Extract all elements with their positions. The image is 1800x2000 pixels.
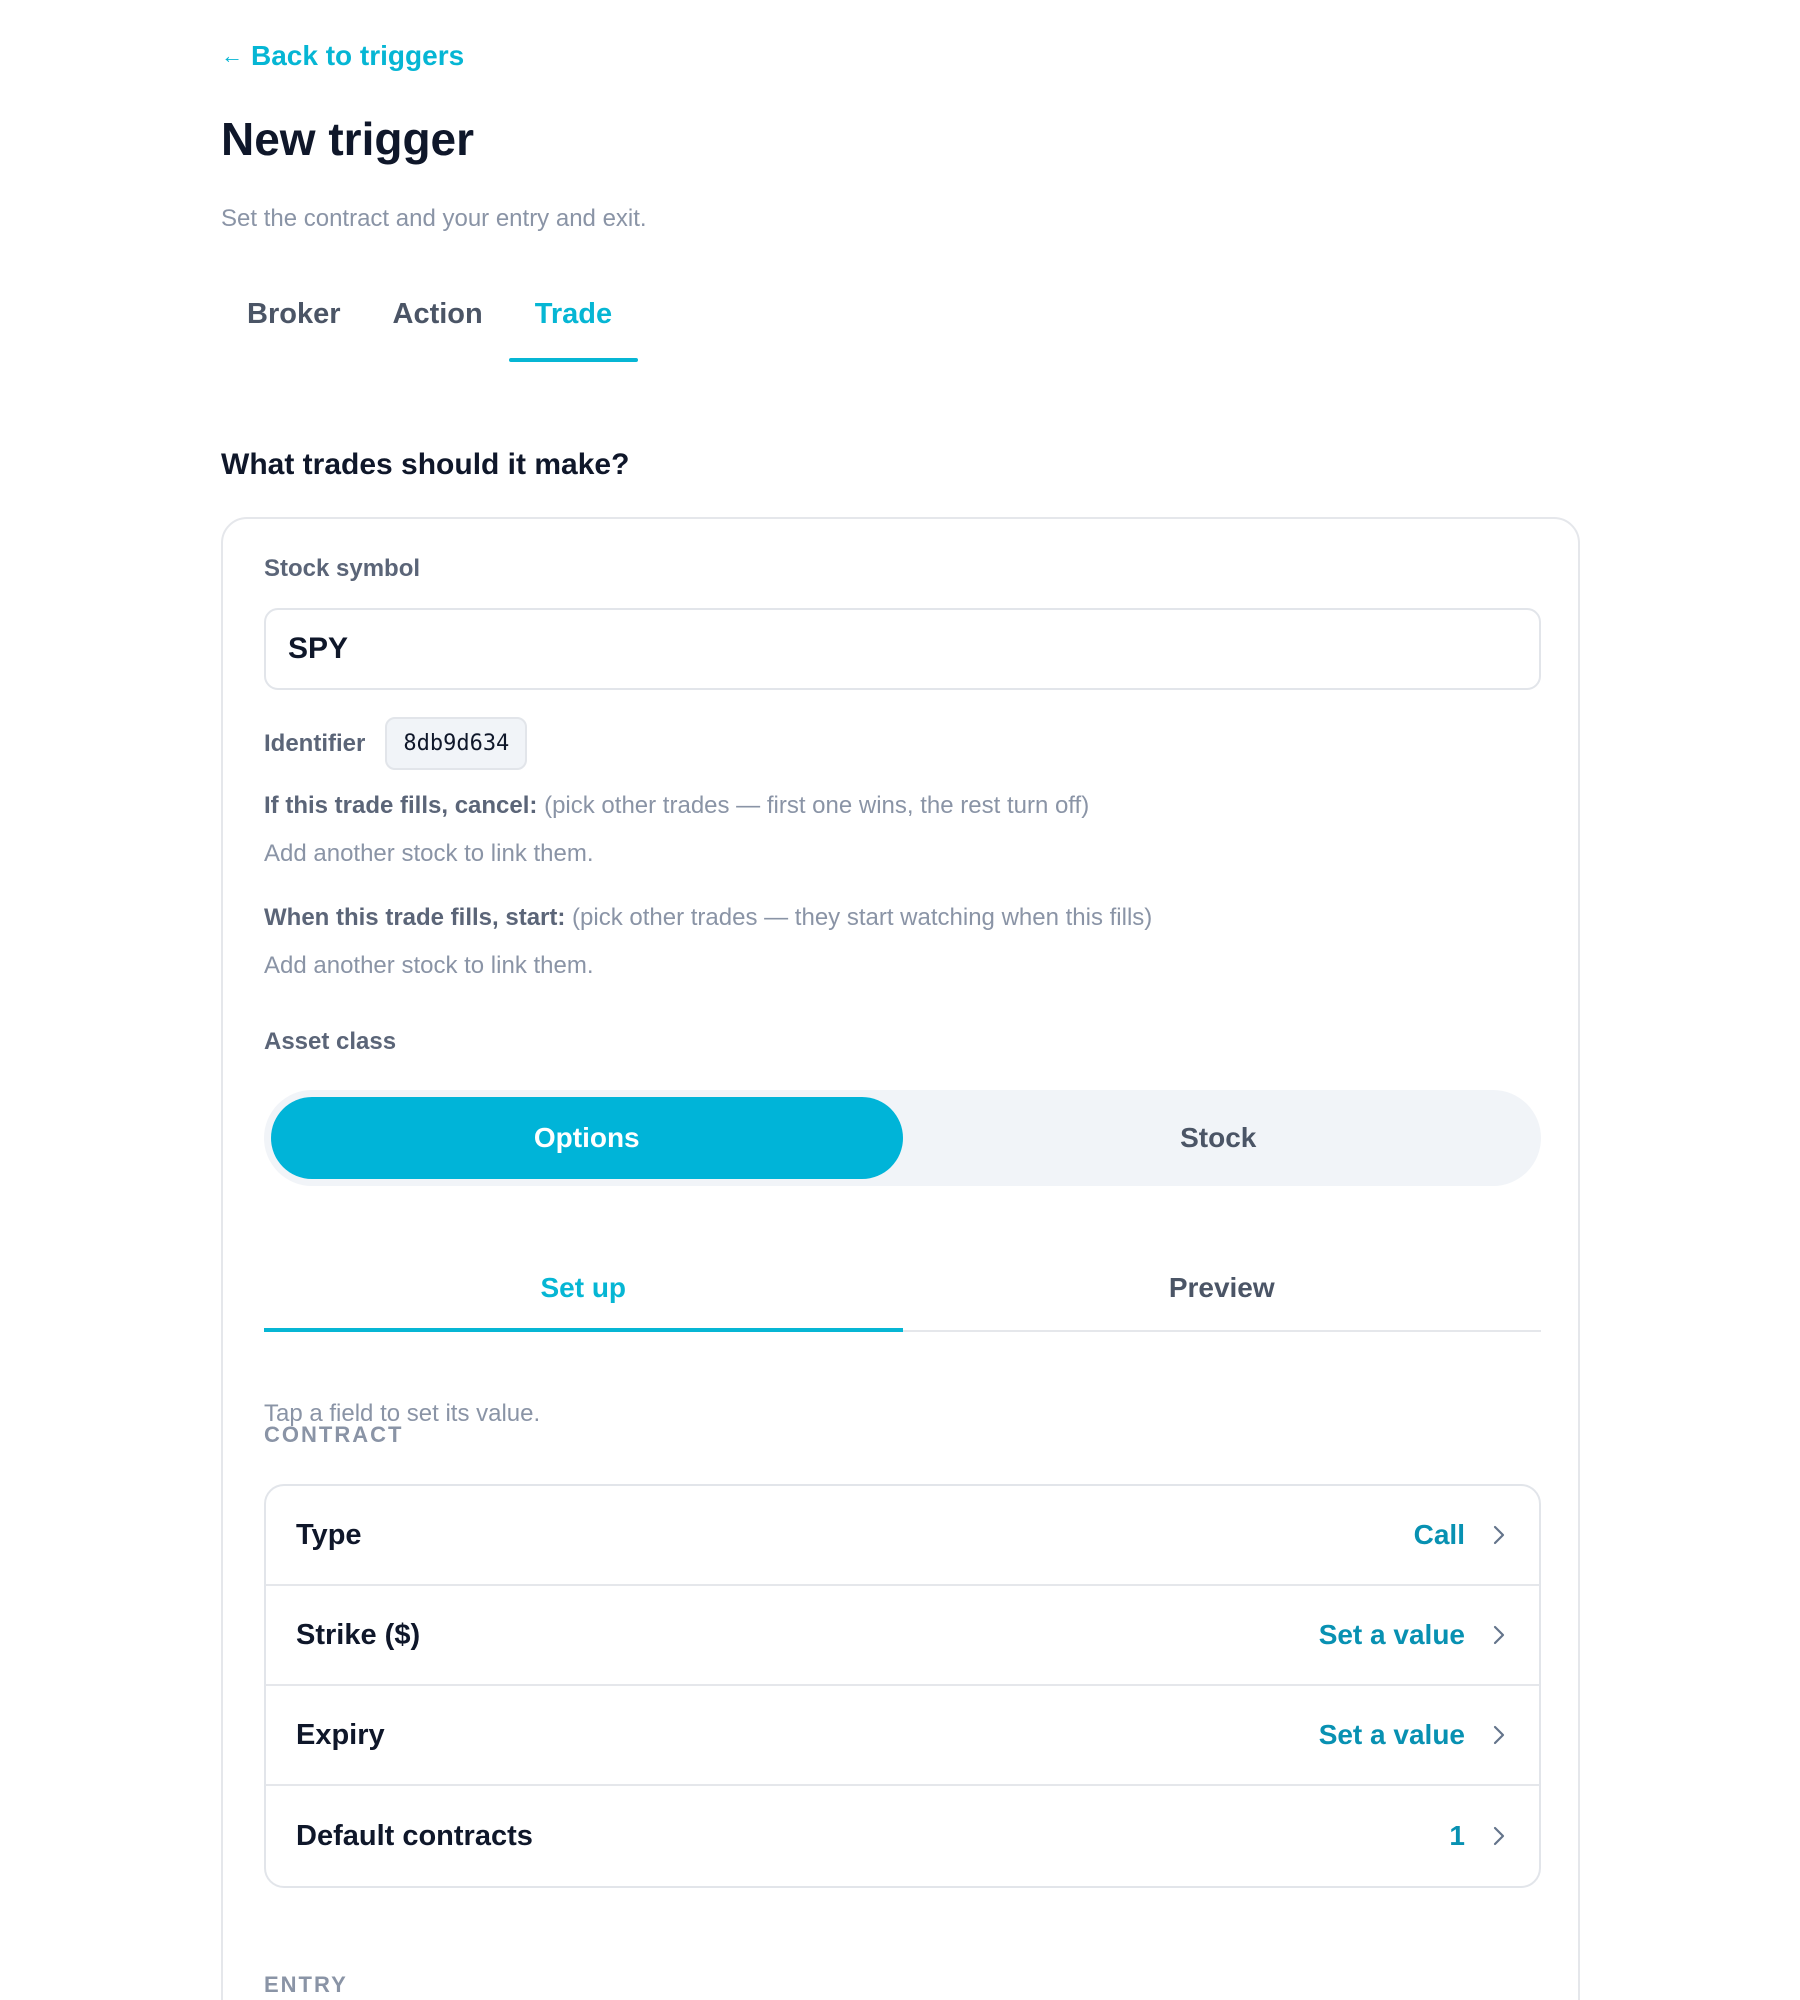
step-tabs: Broker Action Trade bbox=[221, 280, 639, 362]
start-rule-label: When this trade fills, start: bbox=[264, 904, 566, 931]
row-label: Type bbox=[296, 1518, 362, 1551]
asset-class-label: Asset class bbox=[264, 1028, 397, 1055]
row-label: Default contracts bbox=[296, 1819, 533, 1852]
identifier-chip: 8db9d634 bbox=[385, 717, 528, 770]
back-to-triggers-link[interactable]: ← Back to triggers bbox=[221, 40, 464, 72]
tab-set-up[interactable]: Set up bbox=[264, 1246, 903, 1332]
page-title: New trigger bbox=[221, 113, 475, 165]
section-title: What trades should it make? bbox=[221, 448, 630, 481]
contract-list: Type Call Strike ($) Set a value Expiry … bbox=[264, 1484, 1541, 1888]
asset-class-toggle: Options Stock bbox=[264, 1090, 1541, 1186]
tab-trade[interactable]: Trade bbox=[508, 280, 639, 362]
row-value: 1 bbox=[1449, 1820, 1465, 1851]
start-rule: When this trade fills, start: (pick othe… bbox=[264, 904, 1152, 932]
contract-row-strike[interactable]: Strike ($) Set a value bbox=[266, 1586, 1539, 1686]
page-subtitle: Set the contract and your entry and exit… bbox=[221, 205, 647, 232]
cancel-rule: If this trade fills, cancel: (pick other… bbox=[264, 792, 1089, 820]
stock-symbol-label: Stock symbol bbox=[264, 555, 421, 582]
back-arrow-icon: ← bbox=[221, 43, 243, 68]
cancel-rule-label: If this trade fills, cancel: bbox=[264, 792, 538, 819]
cancel-rule-hint: (pick other trades — first one wins, the… bbox=[544, 792, 1090, 819]
chevron-right-icon bbox=[1493, 1826, 1505, 1846]
identifier-label: Identifier bbox=[264, 729, 366, 757]
setup-preview-tabs: Set up Preview bbox=[264, 1246, 1541, 1332]
chevron-right-icon bbox=[1493, 1525, 1505, 1545]
identifier-row: Identifier 8db9d634 bbox=[264, 717, 528, 770]
row-label: Expiry bbox=[296, 1718, 385, 1751]
start-add-link[interactable]: Add another stock to link them. bbox=[264, 952, 594, 980]
row-label: Strike ($) bbox=[296, 1618, 421, 1651]
tab-preview[interactable]: Preview bbox=[903, 1246, 1542, 1330]
tab-action[interactable]: Action bbox=[367, 280, 509, 362]
entry-group-label: ENTRY bbox=[264, 1972, 348, 1997]
row-value: Call bbox=[1413, 1519, 1465, 1550]
contract-row-type[interactable]: Type Call bbox=[266, 1486, 1539, 1586]
row-value: Set a value bbox=[1318, 1619, 1465, 1650]
contract-group-label: CONTRACT bbox=[264, 1422, 404, 1447]
asset-class-stock[interactable]: Stock bbox=[903, 1097, 1535, 1179]
asset-class-options[interactable]: Options bbox=[271, 1097, 903, 1179]
trade-card: Stock symbol Identifier 8db9d634 If this… bbox=[221, 517, 1580, 2000]
contract-row-default-contracts[interactable]: Default contracts 1 bbox=[266, 1786, 1539, 1886]
chevron-right-icon bbox=[1493, 1625, 1505, 1645]
start-rule-hint: (pick other trades — they start watching… bbox=[572, 904, 1153, 931]
contract-row-expiry[interactable]: Expiry Set a value bbox=[266, 1686, 1539, 1786]
stock-symbol-input[interactable] bbox=[264, 608, 1541, 690]
back-link-label: Back to triggers bbox=[251, 40, 465, 71]
page: ← Back to triggers New trigger Set the c… bbox=[0, 0, 1800, 2000]
tab-broker[interactable]: Broker bbox=[221, 280, 367, 362]
row-value: Set a value bbox=[1318, 1719, 1465, 1750]
chevron-right-icon bbox=[1493, 1725, 1505, 1745]
cancel-add-link[interactable]: Add another stock to link them. bbox=[264, 840, 594, 868]
